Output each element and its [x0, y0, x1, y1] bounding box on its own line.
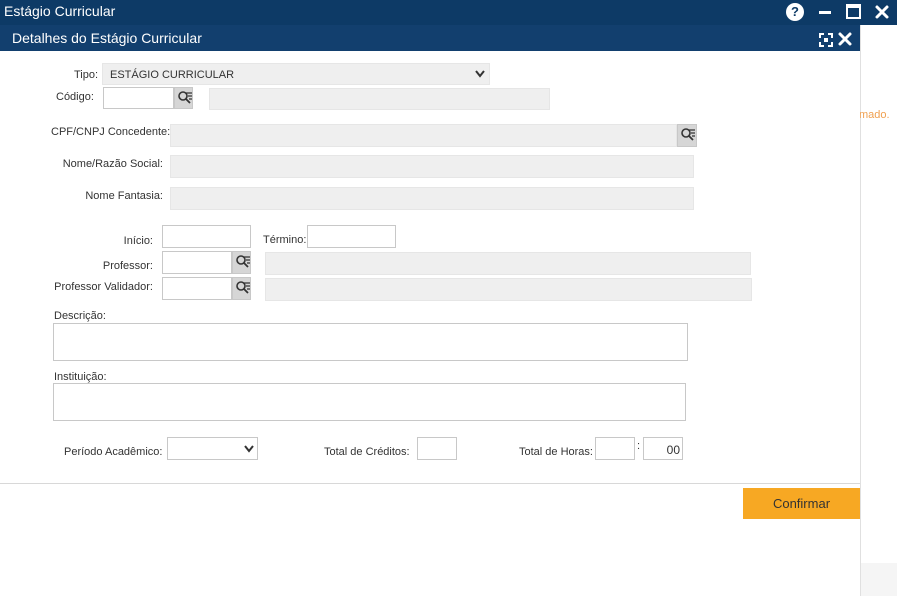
cpf-cnpj-lookup-button[interactable]	[677, 124, 697, 147]
inicio-label: Início:	[123, 235, 153, 247]
search-list-icon	[236, 255, 250, 268]
dialog-title: Detalhes do Estágio Curricular	[12, 30, 202, 46]
window-title: Estágio Curricular	[4, 3, 116, 19]
cpf-cnpj-input[interactable]	[170, 124, 677, 147]
cpf-cnpj-label: CPF/CNPJ Concedente:	[51, 126, 171, 138]
internship-details-dialog: Detalhes do Estágio Curricular Tipo: EST…	[0, 25, 860, 596]
professor-validador-label: Professor Validador:	[54, 281, 153, 293]
total-horas-hours-input[interactable]	[595, 437, 635, 460]
nome-fantasia-label: Nome Fantasia:	[85, 190, 163, 202]
periodo-select[interactable]	[167, 437, 258, 460]
maximize-icon[interactable]	[846, 4, 861, 19]
total-creditos-input[interactable]	[417, 437, 457, 460]
descricao-textarea[interactable]	[53, 323, 688, 361]
professor-validador-input[interactable]	[162, 277, 232, 300]
total-horas-label: Total de Horas:	[519, 446, 593, 458]
inicio-date-input[interactable]	[162, 225, 251, 248]
background-text: mado.	[859, 109, 890, 121]
descricao-label: Descrição:	[54, 310, 106, 322]
nome-razao-field	[170, 155, 694, 178]
expand-icon[interactable]	[819, 33, 833, 47]
minimize-icon[interactable]	[817, 4, 833, 20]
codigo-input[interactable]	[103, 87, 174, 109]
search-list-icon	[236, 281, 250, 294]
confirm-button[interactable]: Confirmar	[743, 488, 860, 519]
professor-validador-lookup-button[interactable]	[232, 277, 251, 300]
chevron-down-icon	[244, 445, 254, 453]
hours-separator: :	[637, 440, 641, 452]
background-footer	[861, 563, 897, 596]
periodo-label: Período Acadêmico:	[64, 446, 163, 458]
instituicao-textarea[interactable]	[53, 383, 686, 421]
professor-label: Professor:	[102, 260, 153, 272]
footer-divider	[0, 483, 860, 484]
search-list-icon	[681, 128, 695, 141]
codigo-description-field	[209, 88, 550, 110]
professor-name-field	[265, 252, 751, 275]
professor-input[interactable]	[162, 251, 232, 274]
termino-date-input[interactable]	[307, 225, 396, 248]
tipo-label: Tipo:	[73, 69, 98, 81]
search-list-icon	[178, 91, 192, 104]
dialog-header: Detalhes do Estágio Curricular	[0, 25, 860, 51]
chevron-down-icon	[475, 70, 485, 78]
total-horas-minutes-input[interactable]: 00	[643, 437, 683, 460]
instituicao-label: Instituição:	[54, 371, 107, 383]
professor-validador-name-field	[265, 278, 752, 301]
close-icon[interactable]	[873, 2, 891, 22]
window-titlebar: Estágio Curricular ?	[0, 0, 897, 25]
tipo-select[interactable]: ESTÁGIO CURRICULAR	[102, 63, 490, 85]
professor-lookup-button[interactable]	[232, 251, 251, 274]
dialog-close-icon[interactable]	[837, 30, 853, 48]
codigo-lookup-button[interactable]	[174, 87, 193, 109]
codigo-label: Código:	[56, 91, 94, 103]
tipo-value: ESTÁGIO CURRICULAR	[110, 69, 235, 81]
help-icon[interactable]: ?	[786, 3, 804, 21]
nome-fantasia-field	[170, 187, 694, 210]
nome-razao-label: Nome/Razão Social:	[62, 158, 163, 170]
termino-label: Término:	[263, 234, 307, 246]
background-panel: mado.	[859, 25, 897, 596]
total-creditos-label: Total de Créditos:	[324, 446, 410, 458]
